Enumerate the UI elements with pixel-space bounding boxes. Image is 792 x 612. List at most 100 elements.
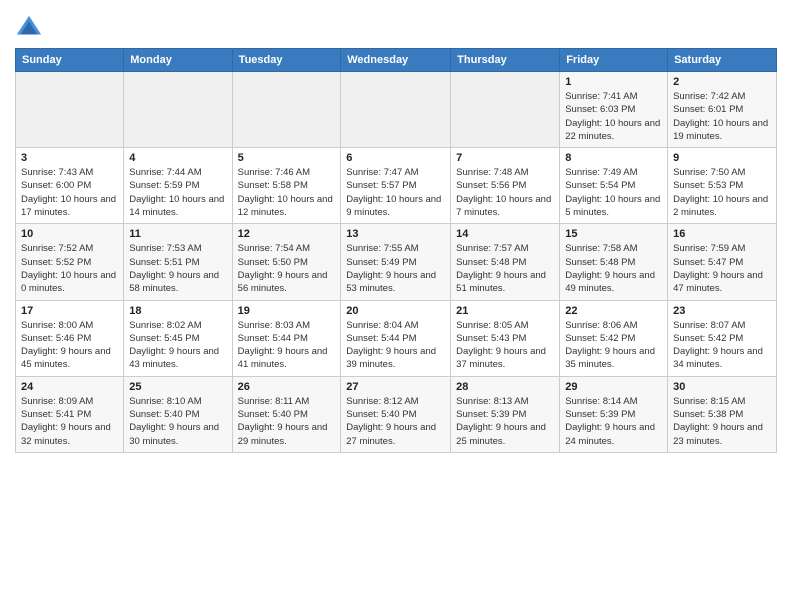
header [15, 10, 777, 42]
calendar-week-2: 3Sunrise: 7:43 AMSunset: 6:00 PMDaylight… [16, 148, 777, 224]
day-number: 8 [565, 152, 662, 164]
day-number: 30 [673, 381, 771, 393]
calendar-cell: 4Sunrise: 7:44 AMSunset: 5:59 PMDaylight… [124, 148, 232, 224]
weekday-header-monday: Monday [124, 49, 232, 72]
calendar-cell: 24 Sunrise: 8:09 AMSunset: 5:41 PMDayligh… [16, 376, 124, 452]
calendar-cell [341, 72, 451, 148]
day-number: 12 [238, 228, 336, 240]
calendar-cell: 15Sunrise: 7:58 AMSunset: 5:48 PMDayligh… [560, 224, 668, 300]
calendar-cell: 9 Sunrise: 7:50 AMSunset: 5:53 PMDaylight… [668, 148, 777, 224]
day-number: 5 [238, 152, 336, 164]
calendar-cell [124, 72, 232, 148]
day-number: 18 [129, 305, 226, 317]
calendar-week-4: 17 Sunrise: 8:00 AMSunset: 5:46 PMDayligh… [16, 300, 777, 376]
calendar-cell: 16 Sunrise: 7:59 AMSunset: 5:47 PMDayligh… [668, 224, 777, 300]
day-number: 9 [673, 152, 771, 164]
calendar-cell: 17 Sunrise: 8:00 AMSunset: 5:46 PMDayligh… [16, 300, 124, 376]
calendar-week-3: 10 Sunrise: 7:52 AMSunset: 5:52 PMDayligh… [16, 224, 777, 300]
day-info: Sunrise: 7:57 AMSunset: 5:48 PMDaylight:… [456, 242, 554, 295]
day-number: 6 [346, 152, 445, 164]
day-number: 22 [565, 305, 662, 317]
day-number: 1 [565, 76, 662, 88]
calendar-header-row: SundayMondayTuesdayWednesdayThursdayFrid… [16, 49, 777, 72]
calendar-cell: 14 Sunrise: 7:57 AMSunset: 5:48 PMDayligh… [451, 224, 560, 300]
day-number: 21 [456, 305, 554, 317]
day-info: Sunrise: 8:13 AMSunset: 5:39 PMDaylight:… [456, 395, 554, 448]
calendar-cell: 5 Sunrise: 7:46 AMSunset: 5:58 PMDaylight… [232, 148, 341, 224]
weekday-header-sunday: Sunday [16, 49, 124, 72]
calendar-cell: 18 Sunrise: 8:02 AMSunset: 5:45 PMDayligh… [124, 300, 232, 376]
day-number: 19 [238, 305, 336, 317]
calendar-cell: 6Sunrise: 7:47 AMSunset: 5:57 PMDaylight… [341, 148, 451, 224]
day-info: Sunrise: 7:55 AMSunset: 5:49 PMDaylight:… [346, 242, 445, 295]
weekday-header-thursday: Thursday [451, 49, 560, 72]
day-number: 17 [21, 305, 118, 317]
calendar-cell: 21 Sunrise: 8:05 AMSunset: 5:43 PMDayligh… [451, 300, 560, 376]
weekday-header-saturday: Saturday [668, 49, 777, 72]
page-container: SundayMondayTuesdayWednesdayThursdayFrid… [0, 0, 792, 463]
day-number: 7 [456, 152, 554, 164]
calendar-table: SundayMondayTuesdayWednesdayThursdayFrid… [15, 48, 777, 453]
day-info: Sunrise: 8:09 AMSunset: 5:41 PMDaylight:… [21, 395, 118, 448]
day-number: 20 [346, 305, 445, 317]
day-info: Sunrise: 8:12 AMSunset: 5:40 PMDaylight:… [346, 395, 445, 448]
day-number: 11 [129, 228, 226, 240]
day-info: Sunrise: 8:11 AMSunset: 5:40 PMDaylight:… [238, 395, 336, 448]
weekday-header-wednesday: Wednesday [341, 49, 451, 72]
day-info: Sunrise: 7:49 AMSunset: 5:54 PMDaylight:… [565, 166, 662, 219]
day-info: Sunrise: 8:15 AMSunset: 5:38 PMDaylight:… [673, 395, 771, 448]
logo-icon [15, 14, 43, 42]
calendar-cell [232, 72, 341, 148]
weekday-header-tuesday: Tuesday [232, 49, 341, 72]
calendar-cell: 30 Sunrise: 8:15 AMSunset: 5:38 PMDayligh… [668, 376, 777, 452]
calendar-cell: 27 Sunrise: 8:12 AMSunset: 5:40 PMDayligh… [341, 376, 451, 452]
calendar-cell: 3Sunrise: 7:43 AMSunset: 6:00 PMDaylight… [16, 148, 124, 224]
day-number: 25 [129, 381, 226, 393]
calendar-cell: 25Sunrise: 8:10 AMSunset: 5:40 PMDayligh… [124, 376, 232, 452]
day-number: 13 [346, 228, 445, 240]
day-number: 28 [456, 381, 554, 393]
calendar-cell: 8 Sunrise: 7:49 AMSunset: 5:54 PMDaylight… [560, 148, 668, 224]
calendar-cell: 19Sunrise: 8:03 AMSunset: 5:44 PMDayligh… [232, 300, 341, 376]
day-number: 14 [456, 228, 554, 240]
day-info: Sunrise: 8:14 AMSunset: 5:39 PMDaylight:… [565, 395, 662, 448]
day-info: Sunrise: 7:50 AMSunset: 5:53 PMDaylight:… [673, 166, 771, 219]
day-info: Sunrise: 8:02 AMSunset: 5:45 PMDaylight:… [129, 319, 226, 372]
day-info: Sunrise: 7:48 AMSunset: 5:56 PMDaylight:… [456, 166, 554, 219]
day-info: Sunrise: 7:58 AMSunset: 5:48 PMDaylight:… [565, 242, 662, 295]
day-info: Sunrise: 8:06 AMSunset: 5:42 PMDaylight:… [565, 319, 662, 372]
day-info: Sunrise: 7:46 AMSunset: 5:58 PMDaylight:… [238, 166, 336, 219]
day-info: Sunrise: 7:52 AMSunset: 5:52 PMDaylight:… [21, 242, 118, 295]
day-info: Sunrise: 8:00 AMSunset: 5:46 PMDaylight:… [21, 319, 118, 372]
calendar-cell: 23 Sunrise: 8:07 AMSunset: 5:42 PMDayligh… [668, 300, 777, 376]
calendar-cell: 22 Sunrise: 8:06 AMSunset: 5:42 PMDayligh… [560, 300, 668, 376]
calendar-cell [16, 72, 124, 148]
weekday-header-friday: Friday [560, 49, 668, 72]
calendar-cell: 2Sunrise: 7:42 AMSunset: 6:01 PMDaylight… [668, 72, 777, 148]
calendar-cell: 20 Sunrise: 8:04 AMSunset: 5:44 PMDayligh… [341, 300, 451, 376]
day-number: 3 [21, 152, 118, 164]
calendar-cell: 26 Sunrise: 8:11 AMSunset: 5:40 PMDayligh… [232, 376, 341, 452]
day-info: Sunrise: 7:59 AMSunset: 5:47 PMDaylight:… [673, 242, 771, 295]
day-info: Sunrise: 7:53 AMSunset: 5:51 PMDaylight:… [129, 242, 226, 295]
day-number: 29 [565, 381, 662, 393]
calendar-cell [451, 72, 560, 148]
calendar-cell: 12Sunrise: 7:54 AMSunset: 5:50 PMDayligh… [232, 224, 341, 300]
day-info: Sunrise: 8:07 AMSunset: 5:42 PMDaylight:… [673, 319, 771, 372]
day-info: Sunrise: 8:05 AMSunset: 5:43 PMDaylight:… [456, 319, 554, 372]
day-number: 23 [673, 305, 771, 317]
calendar-cell: 7 Sunrise: 7:48 AMSunset: 5:56 PMDaylight… [451, 148, 560, 224]
calendar-cell: 1Sunrise: 7:41 AMSunset: 6:03 PMDaylight… [560, 72, 668, 148]
day-info: Sunrise: 8:04 AMSunset: 5:44 PMDaylight:… [346, 319, 445, 372]
logo [15, 14, 47, 42]
day-number: 10 [21, 228, 118, 240]
calendar-cell: 29 Sunrise: 8:14 AMSunset: 5:39 PMDayligh… [560, 376, 668, 452]
day-number: 26 [238, 381, 336, 393]
calendar-cell: 13 Sunrise: 7:55 AMSunset: 5:49 PMDayligh… [341, 224, 451, 300]
day-number: 24 [21, 381, 118, 393]
day-number: 2 [673, 76, 771, 88]
calendar-week-5: 24 Sunrise: 8:09 AMSunset: 5:41 PMDayligh… [16, 376, 777, 452]
day-number: 27 [346, 381, 445, 393]
calendar-cell: 28 Sunrise: 8:13 AMSunset: 5:39 PMDayligh… [451, 376, 560, 452]
day-number: 16 [673, 228, 771, 240]
